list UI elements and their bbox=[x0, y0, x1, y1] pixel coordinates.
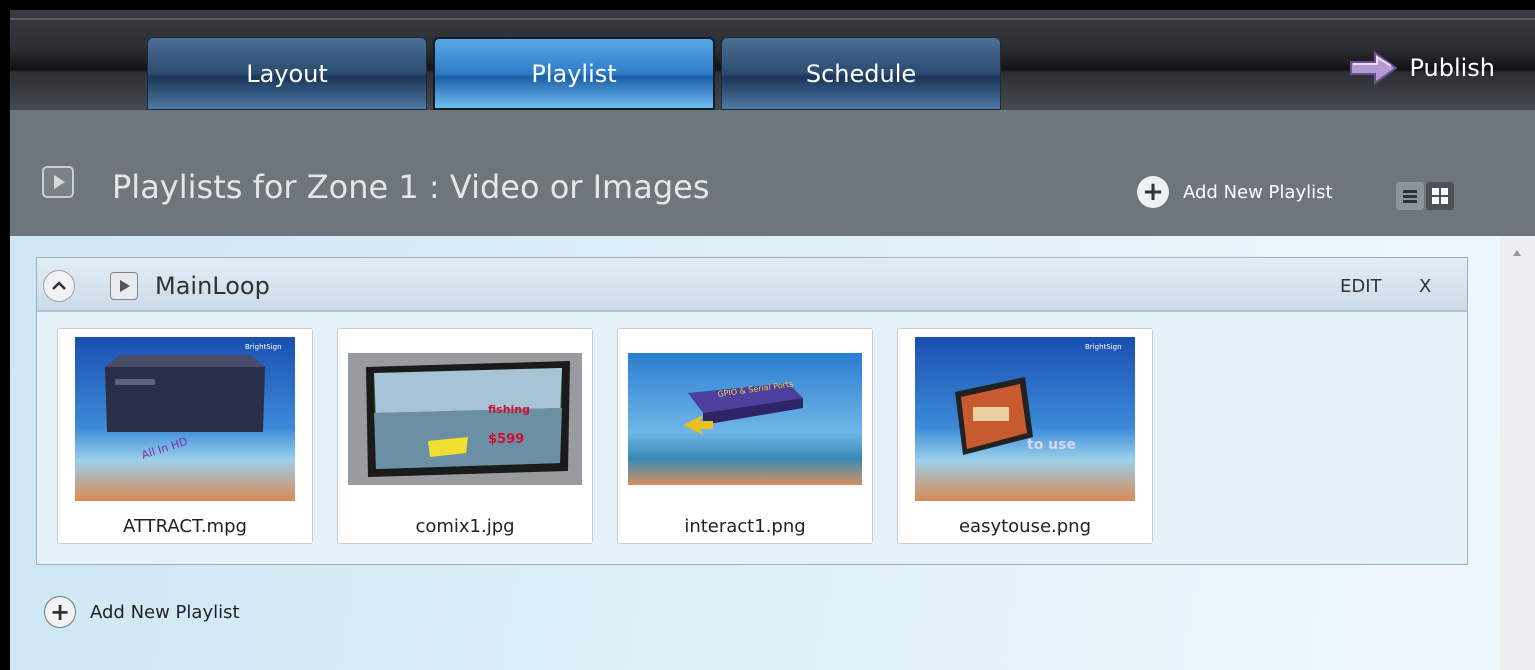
publish-label: Publish bbox=[1409, 54, 1495, 82]
play-icon[interactable] bbox=[110, 272, 138, 300]
page-header: Playlists for Zone 1 : Video or Images +… bbox=[10, 110, 1535, 236]
tab-schedule[interactable]: Schedule bbox=[721, 37, 1001, 110]
playlist-item[interactable]: GPIO & Serial Ports interact1.png bbox=[617, 328, 873, 544]
scroll-up-icon[interactable] bbox=[1513, 250, 1521, 256]
tab-label: Layout bbox=[246, 59, 328, 88]
tab-playlist[interactable]: Playlist bbox=[433, 37, 715, 110]
edit-button[interactable]: EDIT bbox=[1340, 276, 1382, 297]
playlist-item[interactable]: fishing $599 comix1.jpg bbox=[337, 328, 593, 544]
tab-label: Playlist bbox=[531, 59, 617, 88]
svg-text:$599: $599 bbox=[488, 432, 524, 447]
playlist-item[interactable]: to use BrightSign easytouse.png bbox=[897, 328, 1153, 544]
svg-text:fishing: fishing bbox=[488, 403, 530, 416]
play-icon bbox=[42, 166, 74, 198]
file-name: interact1.png bbox=[684, 516, 806, 537]
collapse-button[interactable] bbox=[43, 270, 75, 302]
list-view-button[interactable] bbox=[1396, 182, 1424, 210]
chevron-up-icon bbox=[52, 281, 66, 290]
add-new-playlist-bottom-button[interactable]: + Add New Playlist bbox=[44, 596, 240, 628]
add-playlist-label: Add New Playlist bbox=[1183, 181, 1333, 203]
playlist-item[interactable]: All In HD BrightSign ATTRACT.mpg bbox=[57, 328, 313, 544]
add-new-playlist-button[interactable]: + Add New Playlist bbox=[1137, 176, 1333, 208]
file-name: easytouse.png bbox=[958, 516, 1092, 537]
media-thumbnail: fishing $599 bbox=[348, 353, 582, 485]
vertical-scrollbar[interactable] bbox=[1500, 236, 1535, 670]
file-name: comix1.jpg bbox=[415, 516, 515, 537]
tab-bar: Layout Playlist Schedule Publish bbox=[10, 10, 1535, 110]
grid-icon bbox=[1432, 188, 1448, 204]
svg-text:to use: to use bbox=[1027, 437, 1076, 453]
plus-icon: + bbox=[1137, 176, 1169, 208]
list-icon bbox=[1403, 190, 1417, 203]
svg-text:BrightSign: BrightSign bbox=[245, 343, 282, 351]
remove-button[interactable]: X bbox=[1419, 276, 1431, 297]
grid-view-button[interactable] bbox=[1426, 182, 1454, 210]
media-thumbnail: All In HD BrightSign bbox=[75, 337, 295, 501]
playlist-header: MainLoop EDIT X bbox=[37, 258, 1467, 312]
file-name: ATTRACT.mpg bbox=[123, 516, 247, 537]
svg-text:BrightSign: BrightSign bbox=[1085, 343, 1122, 351]
tab-layout[interactable]: Layout bbox=[147, 37, 427, 110]
playlist-panel: MainLoop EDIT X All In HD BrightSign ATT… bbox=[36, 257, 1468, 565]
playlist-name: MainLoop bbox=[155, 272, 270, 300]
add-playlist-label: Add New Playlist bbox=[90, 601, 240, 623]
media-thumbnail: to use BrightSign bbox=[915, 337, 1135, 501]
tab-label: Schedule bbox=[805, 59, 917, 88]
media-thumbnail: GPIO & Serial Ports bbox=[628, 353, 862, 485]
page-title: Playlists for Zone 1 : Video or Images bbox=[112, 168, 710, 206]
divider bbox=[10, 18, 1535, 20]
publish-button[interactable]: Publish bbox=[1349, 50, 1495, 86]
arrow-right-icon bbox=[1350, 51, 1399, 85]
plus-icon: + bbox=[44, 596, 76, 628]
